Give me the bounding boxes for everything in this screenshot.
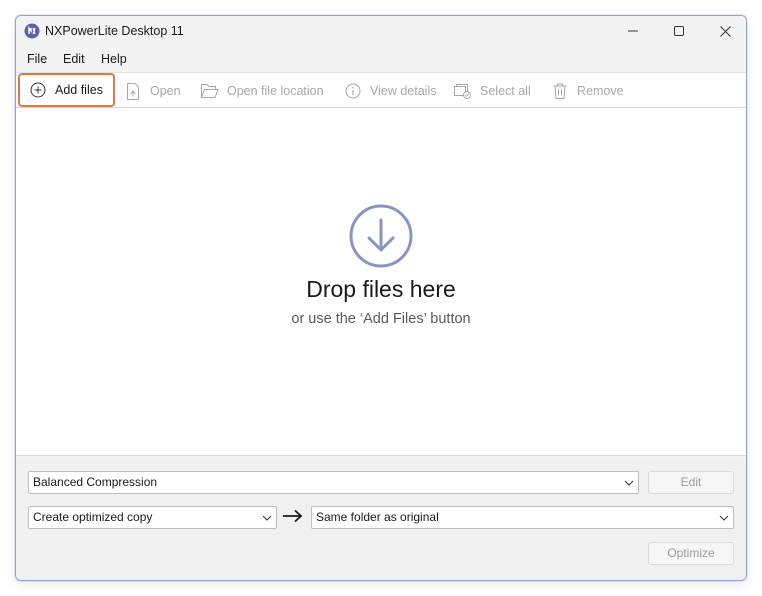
edit-profile-button[interactable]: Edit bbox=[648, 471, 734, 494]
drop-zone[interactable]: Drop files here or use the ‘Add Files’ b… bbox=[16, 108, 746, 456]
open-document-icon bbox=[124, 82, 142, 100]
output-mode-value: Create optimized copy bbox=[33, 510, 153, 524]
close-button[interactable] bbox=[702, 16, 746, 46]
optimize-button[interactable]: Optimize bbox=[648, 542, 734, 565]
view-details-button[interactable]: View details bbox=[344, 73, 436, 109]
output-location-value: Same folder as original bbox=[316, 510, 439, 524]
toolbar: Add files Open Open file location View d… bbox=[16, 72, 746, 108]
remove-label: Remove bbox=[577, 84, 624, 98]
minimize-icon bbox=[628, 30, 638, 32]
menu-bar: File Edit Help bbox=[16, 46, 746, 71]
open-file-location-label: Open file location bbox=[227, 84, 324, 98]
remove-button[interactable]: Remove bbox=[551, 73, 624, 109]
open-file-location-button[interactable]: Open file location bbox=[201, 73, 324, 109]
add-files-label: Add files bbox=[55, 83, 103, 97]
plus-circle-icon bbox=[29, 81, 47, 99]
app-logo-icon bbox=[24, 23, 40, 39]
add-files-button[interactable]: Add files bbox=[18, 73, 115, 107]
select-all-button[interactable]: Select all bbox=[454, 73, 531, 109]
open-button[interactable]: Open bbox=[124, 73, 181, 109]
maximize-button[interactable] bbox=[656, 16, 702, 46]
settings-panel: Balanced Compression Edit Create optimiz… bbox=[16, 457, 746, 580]
drop-title: Drop files here bbox=[306, 276, 456, 302]
output-mode-select[interactable]: Create optimized copy bbox=[28, 506, 277, 529]
download-arrow-icon bbox=[349, 204, 413, 268]
menu-file[interactable]: File bbox=[27, 52, 47, 66]
chevron-down-icon bbox=[719, 515, 729, 521]
view-details-label: View details bbox=[370, 84, 437, 98]
window-title: NXPowerLite Desktop 11 bbox=[45, 24, 184, 38]
trash-icon bbox=[551, 82, 569, 100]
output-location-select[interactable]: Same folder as original bbox=[311, 506, 734, 529]
select-all-label: Select all bbox=[480, 84, 531, 98]
title-bar: NXPowerLite Desktop 11 bbox=[16, 16, 746, 46]
minimize-button[interactable] bbox=[610, 16, 656, 46]
drop-subtitle: or use the ‘Add Files’ button bbox=[291, 311, 471, 327]
info-icon bbox=[344, 82, 362, 100]
menu-help[interactable]: Help bbox=[101, 52, 127, 66]
maximize-icon bbox=[674, 26, 684, 36]
chevron-down-icon bbox=[624, 480, 634, 486]
arrow-right-icon bbox=[283, 509, 303, 523]
close-icon bbox=[719, 25, 731, 37]
app-window: NXPowerLite Desktop 11 File Edit Help Ad… bbox=[15, 15, 747, 581]
compression-profile-select[interactable]: Balanced Compression bbox=[28, 471, 639, 494]
compression-profile-value: Balanced Compression bbox=[33, 475, 158, 489]
menu-edit[interactable]: Edit bbox=[63, 52, 85, 66]
folder-open-icon bbox=[201, 82, 219, 100]
chevron-down-icon bbox=[262, 515, 272, 521]
open-label: Open bbox=[150, 84, 181, 98]
select-all-icon bbox=[454, 82, 472, 100]
